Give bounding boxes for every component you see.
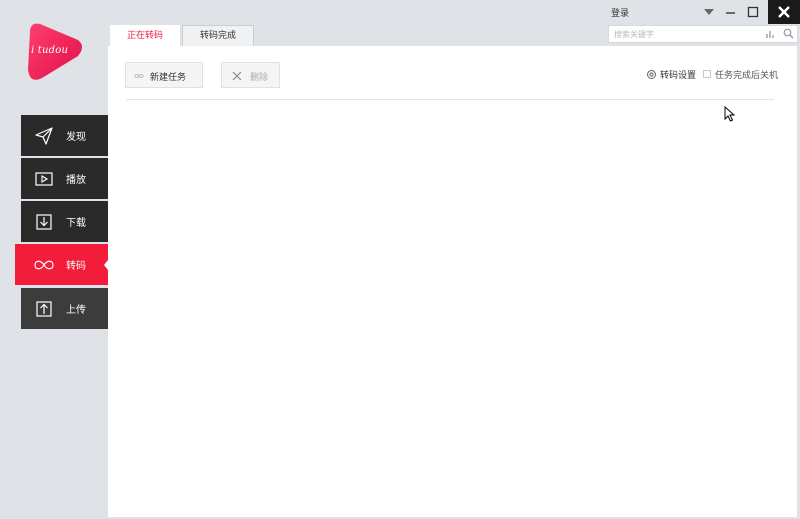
maximize-button[interactable] — [742, 2, 764, 22]
triangle-down-icon — [704, 9, 714, 15]
maximize-icon — [747, 6, 759, 18]
search-icon[interactable] — [783, 28, 794, 39]
sidebar-item-label: 下载 — [66, 218, 86, 229]
divider — [126, 99, 774, 100]
sidebar: i tudou 发现 播放 下载 转码 上传 — [0, 0, 108, 519]
sidebar-item-play[interactable]: 播放 — [21, 158, 108, 199]
play-icon — [34, 169, 54, 189]
tab-transcode-complete[interactable]: 转码完成 — [182, 25, 254, 47]
new-task-label: 新建任务 — [150, 73, 187, 83]
sidebar-item-discover[interactable]: 发现 — [21, 115, 108, 156]
sidebar-item-upload[interactable]: 上传 — [21, 288, 108, 329]
close-button[interactable] — [768, 0, 800, 24]
minimize-button[interactable] — [720, 2, 742, 22]
delete-button[interactable]: 删除 — [221, 62, 280, 88]
infinity-icon — [134, 74, 144, 78]
sidebar-item-label: 转码 — [66, 261, 86, 272]
close-icon — [232, 71, 242, 81]
bar-chart-icon[interactable] — [766, 29, 776, 39]
close-icon — [778, 6, 790, 18]
tab-transcoding[interactable]: 正在转码 — [110, 25, 180, 47]
shutdown-checkbox[interactable] — [703, 70, 711, 78]
main-content: 新建任务 删除 转码设置 任务完成后关机 — [108, 46, 797, 517]
delete-label: 删除 — [250, 73, 269, 83]
top-bar: 正在转码 转码完成 登录 — [108, 0, 800, 47]
transcode-settings-link[interactable]: 转码设置 — [660, 68, 696, 81]
login-link[interactable]: 登录 — [611, 6, 629, 19]
download-icon — [34, 212, 54, 232]
shutdown-label: 任务完成后关机 — [715, 71, 779, 81]
sidebar-item-transcode[interactable]: 转码 — [15, 244, 108, 285]
upload-icon — [34, 299, 54, 319]
sidebar-item-label: 发现 — [66, 132, 86, 143]
logo-text: i tudou — [31, 45, 69, 56]
sidebar-item-download[interactable]: 下载 — [21, 201, 108, 242]
search-box — [608, 25, 798, 43]
menu-dropdown-button[interactable] — [698, 2, 720, 22]
minimize-icon — [726, 12, 735, 14]
gear-icon[interactable] — [646, 69, 657, 80]
mouse-cursor-icon — [724, 106, 736, 122]
infinity-icon — [32, 255, 54, 275]
search-input[interactable] — [614, 28, 754, 40]
sidebar-item-label: 上传 — [66, 305, 86, 316]
new-task-button[interactable]: 新建任务 — [125, 62, 203, 88]
send-icon — [34, 126, 54, 146]
sidebar-item-label: 播放 — [66, 175, 86, 186]
